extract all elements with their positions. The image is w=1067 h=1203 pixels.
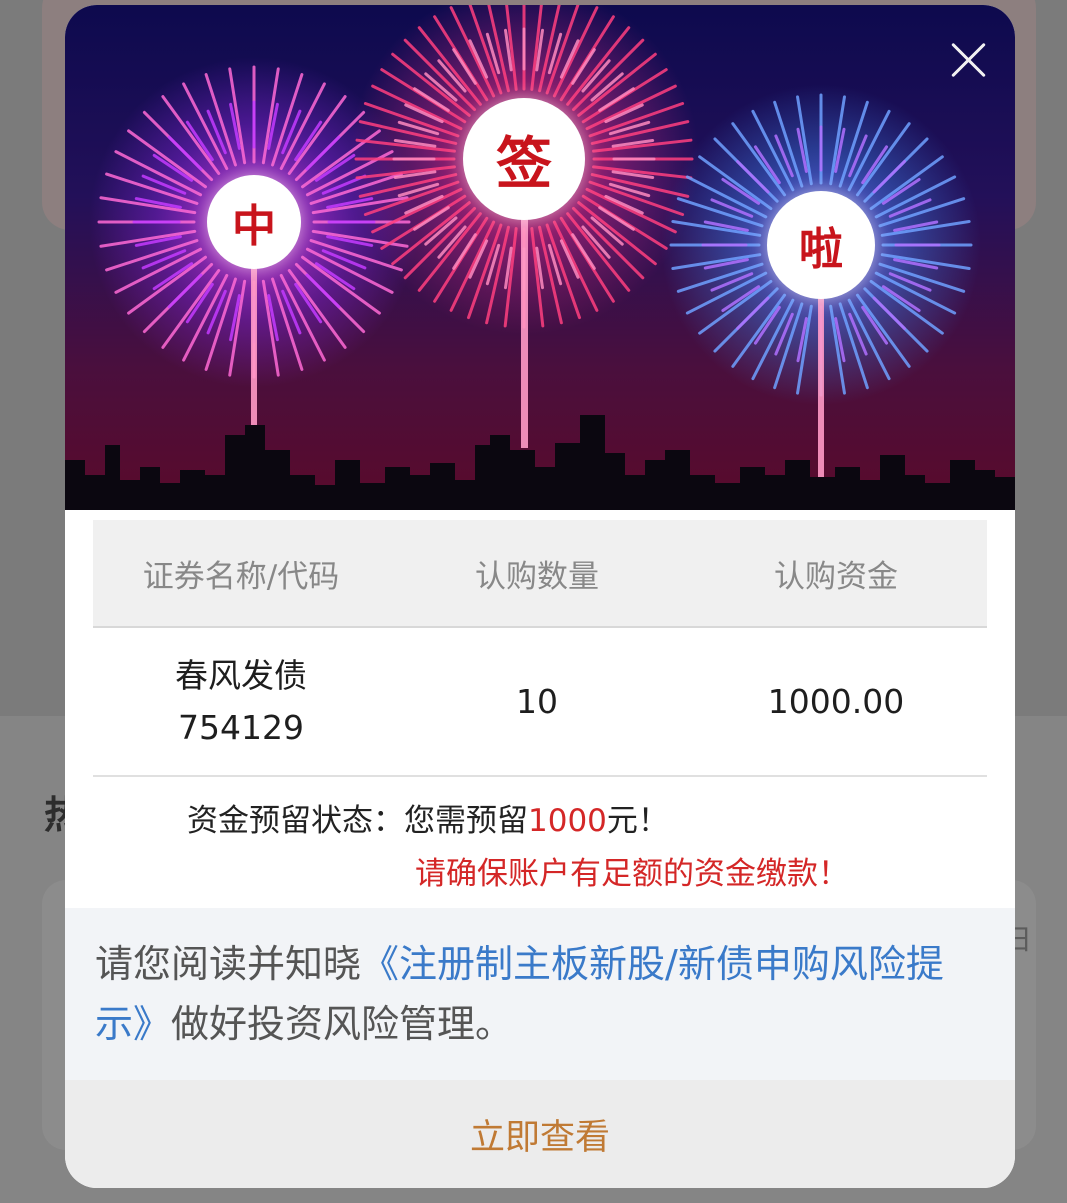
reserve-warning: 请确保账户有足额的资金缴款！ bbox=[415, 856, 849, 892]
fireworks-banner: 中 签 啦 bbox=[65, 5, 1015, 510]
column-header-security: 证券名称/代码 bbox=[142, 558, 340, 595]
reserve-amount: 1000 bbox=[528, 803, 607, 839]
reserve-prefix: 您需预留 bbox=[404, 803, 528, 839]
reserve-suffix: 元！ bbox=[606, 803, 669, 839]
security-code: 754129 bbox=[178, 707, 304, 747]
lottery-result-dialog: 中 签 啦 证券名称/代码 认购数量 认购资金 春风发债 754129 10 1… bbox=[65, 5, 1015, 1188]
security-name: 春风发债 bbox=[175, 655, 307, 695]
risk-notice-text: 请您阅读并知晓《注册制主板新股/新债申购风险提示》做好投资风险管理。 bbox=[95, 934, 995, 1054]
subscription-quantity: 10 bbox=[516, 682, 558, 721]
badge-zhong: 中 bbox=[207, 175, 301, 269]
column-header-amount: 认购资金 bbox=[774, 558, 898, 595]
reserve-status: 资金预留状态：您需预留1000元！ bbox=[187, 795, 669, 840]
close-icon[interactable] bbox=[943, 35, 993, 85]
subscription-amount: 1000.00 bbox=[767, 682, 905, 721]
view-now-button[interactable]: 立即查看 bbox=[65, 1080, 1015, 1188]
notice-before: 请您阅读并知晓 bbox=[95, 942, 362, 986]
reserve-status-label: 资金预留状态： bbox=[187, 803, 404, 839]
column-header-quantity: 认购数量 bbox=[475, 558, 599, 595]
table-header: 证券名称/代码 认购数量 认购资金 bbox=[93, 520, 987, 628]
table-row: 春风发债 754129 10 1000.00 bbox=[93, 628, 987, 777]
badge-la: 啦 bbox=[767, 191, 875, 299]
badge-qian: 签 bbox=[463, 98, 585, 220]
security-cell: 春风发债 754129 bbox=[93, 650, 389, 754]
risk-notice: 请您阅读并知晓《注册制主板新股/新债申购风险提示》做好投资风险管理。 bbox=[65, 908, 1015, 1080]
notice-after: 做好投资风险管理。 bbox=[171, 1002, 514, 1046]
